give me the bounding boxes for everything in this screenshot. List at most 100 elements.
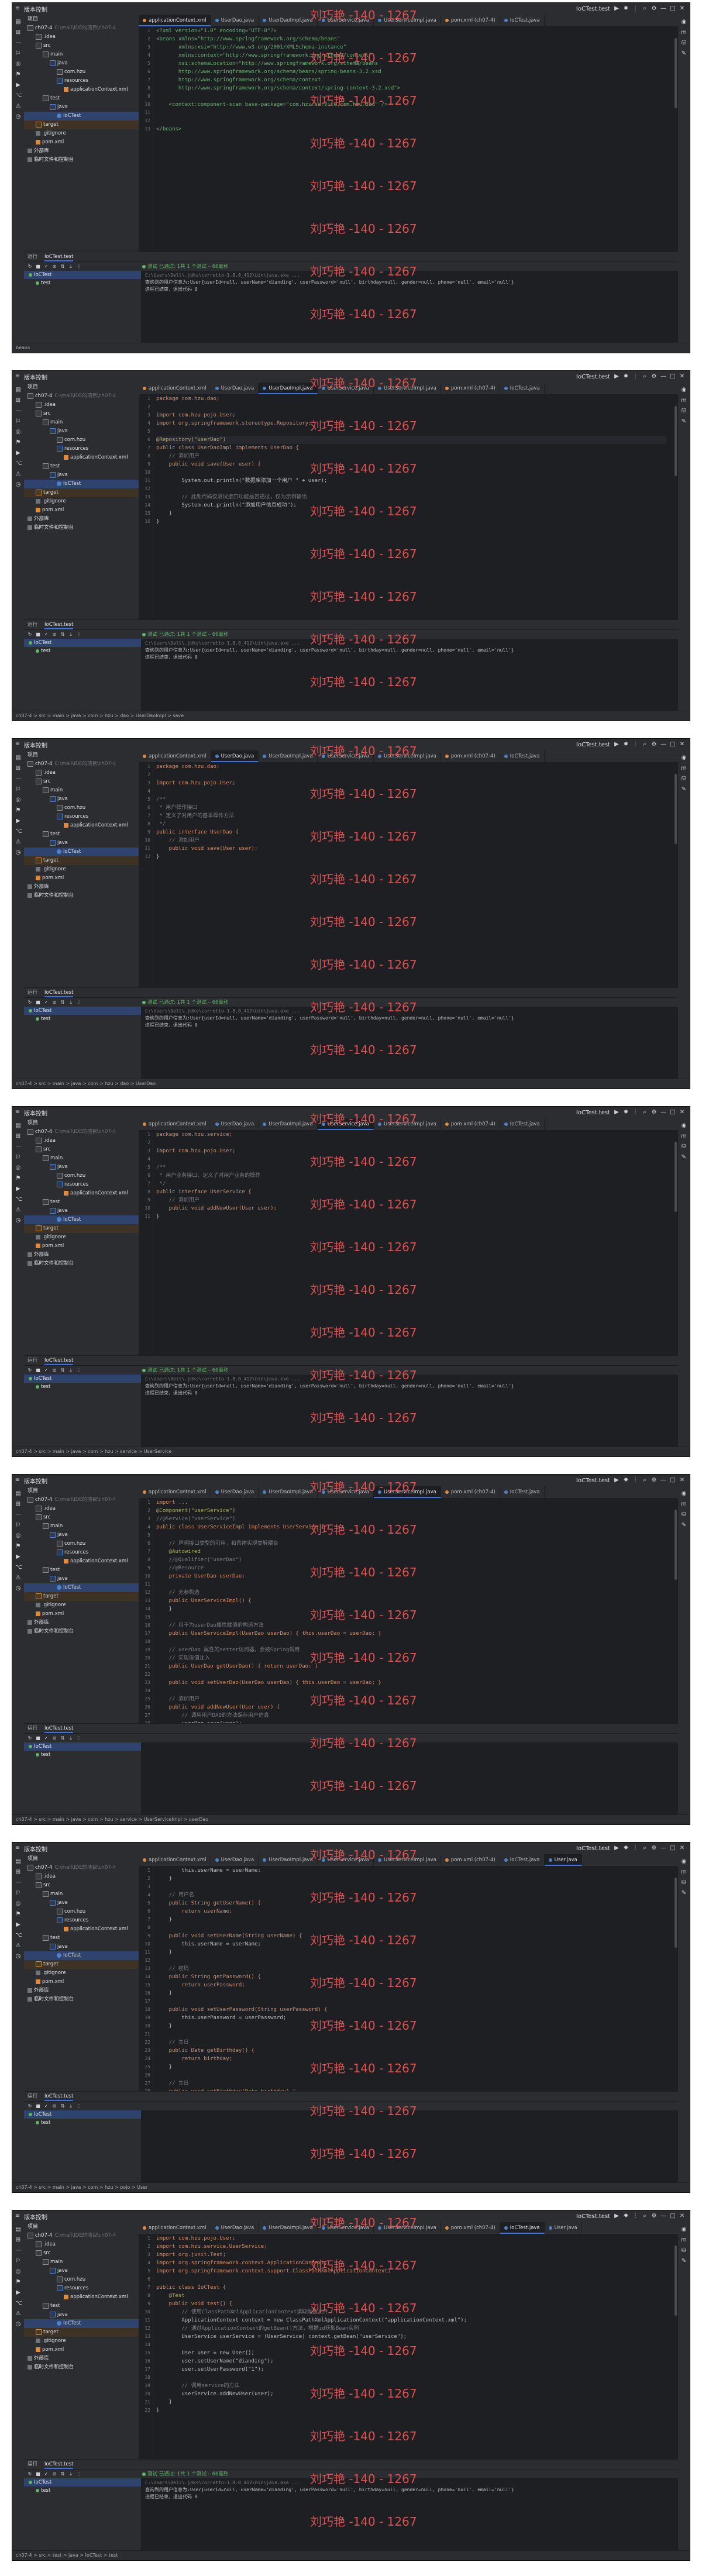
tree-item[interactable]: 外部库 [24, 515, 139, 524]
editor-tab[interactable]: UserDao.java [211, 2222, 259, 2234]
more-icon[interactable]: ⋮ [77, 1000, 81, 1005]
tree-item[interactable]: .gitignore [24, 1601, 139, 1610]
todo-icon[interactable]: ⚑ [15, 1912, 21, 1917]
test-result-root[interactable]: IoCTest [24, 1007, 141, 1015]
ai-assistant-icon[interactable]: ✎ [681, 51, 687, 57]
main-menu-icon[interactable]: ≡ [15, 1478, 20, 1483]
tree-item[interactable]: src [24, 409, 139, 418]
run-tab[interactable]: 运行 [27, 620, 37, 629]
editor-tab[interactable]: pom.xml (ch07-4) [441, 383, 500, 394]
editor-tab[interactable]: applicationContext.xml [139, 750, 211, 762]
more-icon[interactable]: ⋮ [632, 1478, 638, 1483]
breadcrumb[interactable]: ch07-4 > src > test > java > IoCTest > t… [16, 2553, 118, 2558]
services-icon[interactable]: ◎ [15, 61, 21, 67]
code-editor[interactable]: import ... @Component("userService") //@Se… [156, 1499, 666, 1727]
tree-item[interactable]: com.hzu [24, 68, 139, 77]
tree-item[interactable]: .idea [24, 1137, 139, 1145]
editor-tab[interactable]: UserDaoImpl.java [259, 750, 318, 762]
tree-item[interactable]: applicationContext.xml [24, 1925, 139, 1934]
editor-tab[interactable]: UserDaoImpl.java [259, 2222, 318, 2234]
search-icon[interactable]: ⌕ [642, 1845, 648, 1851]
show-ignored-icon[interactable]: ⊘ [52, 1368, 57, 1373]
maven-icon[interactable]: m [681, 1134, 687, 1139]
editor-tab[interactable]: UserDao.java [211, 383, 259, 394]
debug-icon[interactable]: ✹ [623, 742, 629, 748]
minimize-icon[interactable]: — [660, 1110, 666, 1115]
tree-item[interactable]: pom.xml [24, 138, 139, 147]
close-icon[interactable]: ✕ [679, 374, 685, 380]
ai-assistant-icon[interactable]: ✎ [681, 787, 687, 793]
code-editor[interactable]: this.userName = userName; } // 用户名 publi… [156, 1866, 666, 2103]
maven-icon[interactable]: m [681, 1869, 687, 1875]
gear-icon[interactable]: ⚙ [651, 1845, 657, 1851]
editor-tab[interactable]: pom.xml (ch07-4) [441, 2222, 500, 2234]
gear-icon[interactable]: ⚙ [651, 1478, 657, 1483]
breadcrumb[interactable]: ch07-4 > src > main > java > com > hzu >… [16, 1449, 171, 1454]
maven-icon[interactable]: m [681, 2237, 687, 2243]
tree-item[interactable]: resources [24, 2284, 139, 2293]
tree-item[interactable]: resources [24, 1180, 139, 1189]
tree-item[interactable]: target [24, 1224, 139, 1233]
search-icon[interactable]: ⌕ [642, 1110, 648, 1115]
todo-icon[interactable]: ⚑ [15, 72, 21, 78]
more-icon[interactable]: ⋮ [632, 1845, 638, 1851]
maximize-icon[interactable]: □ [670, 1478, 676, 1483]
run-tab[interactable]: 运行 [27, 1356, 37, 1365]
show-passed-icon[interactable]: ✓ [44, 264, 49, 269]
tree-item[interactable]: resources [24, 1916, 139, 1925]
show-ignored-icon[interactable]: ⊘ [52, 2471, 57, 2477]
tree-item[interactable]: src [24, 42, 139, 50]
gear-icon[interactable]: ⚙ [651, 6, 657, 12]
notifications-icon[interactable]: ◉ [681, 19, 687, 25]
maven-icon[interactable]: m [681, 1501, 687, 1507]
project-tool-icon[interactable]: ▤ [15, 1859, 21, 1865]
editor-tab[interactable]: UserService.java [317, 1118, 374, 1130]
test-result-item[interactable]: test [24, 2487, 141, 2495]
tree-item[interactable]: ch07-4 C:\mall\IDE的项目\ch07-4 [24, 1864, 139, 1872]
run-config-selector[interactable]: IoCTest.test [573, 1845, 614, 1852]
test-result-root[interactable]: IoCTest [24, 271, 141, 279]
sort-icon[interactable]: ⇅ [60, 2471, 65, 2477]
more-icon[interactable]: ⋮ [632, 374, 638, 380]
editor-tab[interactable]: UserDao.java [211, 1486, 259, 1498]
more-icon[interactable]: ⋮ [632, 2213, 638, 2219]
editor-tab[interactable]: IoCTest.java [500, 2222, 545, 2234]
search-icon[interactable]: ⌕ [642, 374, 648, 380]
tree-item[interactable]: java [24, 1943, 139, 1951]
database-icon[interactable]: ⛁ [681, 1880, 687, 1886]
run-config-tab[interactable]: IoCTest.test [44, 2460, 74, 2469]
debug-icon[interactable]: ✹ [623, 1845, 629, 1851]
more-tools-icon[interactable]: ⋯ [15, 1512, 21, 1518]
tree-item[interactable]: main [24, 1890, 139, 1899]
tree-item[interactable]: 外部库 [24, 2354, 139, 2363]
tree-item[interactable]: .gitignore [24, 1233, 139, 1242]
stop-icon[interactable]: ■ [36, 2103, 40, 2109]
database-icon[interactable]: ⛁ [681, 1144, 687, 1150]
run-tool-icon[interactable]: ▶ [15, 818, 21, 824]
editor-tab[interactable]: UserServiceImpl.java [374, 383, 441, 394]
test-result-item[interactable]: test [24, 1015, 141, 1023]
code-editor[interactable]: <?xml version="1.0" encoding="UTF-8"?> <b… [156, 27, 666, 252]
editor-tab[interactable]: pom.xml (ch07-4) [441, 1854, 500, 1866]
problems-icon[interactable]: ⚠ [15, 104, 21, 109]
export-icon[interactable]: ⤓ [68, 264, 73, 269]
problems-icon[interactable]: ⚠ [15, 839, 21, 845]
main-menu-icon[interactable]: ≡ [15, 6, 20, 12]
tree-item[interactable]: pom.xml [24, 2346, 139, 2354]
show-ignored-icon[interactable]: ⊘ [52, 1735, 57, 1741]
editor-scrollbar[interactable] [675, 1878, 677, 1948]
tree-item[interactable]: main [24, 2258, 139, 2267]
show-ignored-icon[interactable]: ⊘ [52, 2103, 57, 2109]
editor-tab[interactable]: UserService.java [318, 750, 374, 762]
editor-tab[interactable]: pom.xml (ch07-4) [441, 15, 500, 26]
vcs-menu[interactable]: 版本控制 [20, 2212, 51, 2221]
structure-tool-icon[interactable]: ⊞ [15, 1134, 21, 1139]
tree-item[interactable]: java [24, 795, 139, 804]
run-config-tab[interactable]: IoCTest.test [44, 2092, 74, 2101]
editor-tab[interactable]: UserDao.java [211, 15, 259, 26]
tree-item[interactable]: java [24, 1531, 139, 1540]
debug-icon[interactable]: ✹ [623, 1110, 629, 1115]
stop-icon[interactable]: ■ [36, 1735, 40, 1741]
vcs-menu[interactable]: 版本控制 [20, 1476, 51, 1485]
sort-icon[interactable]: ⇅ [60, 1368, 65, 1373]
